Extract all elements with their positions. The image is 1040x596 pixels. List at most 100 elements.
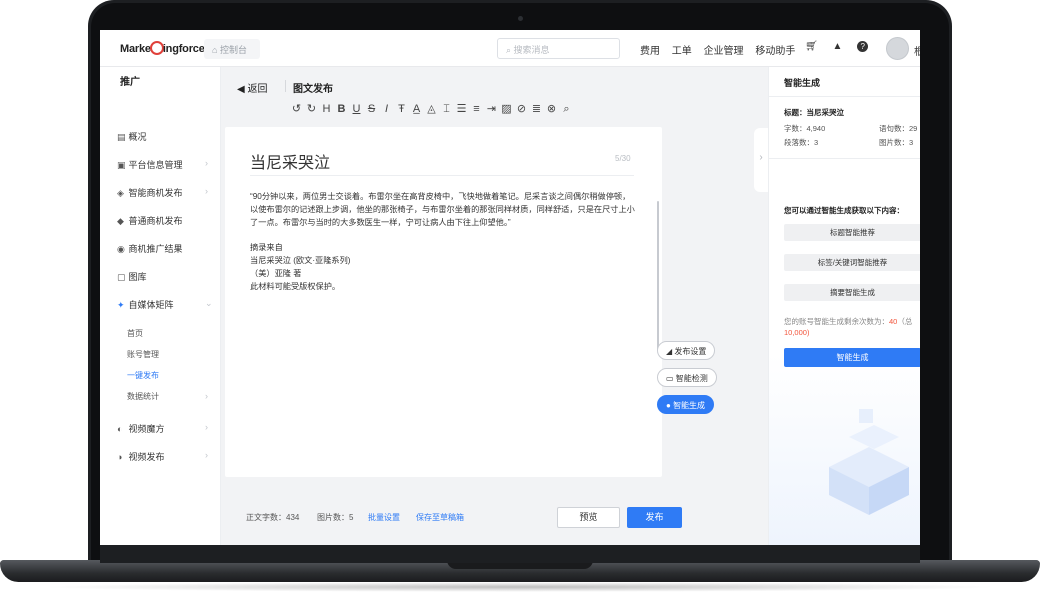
- chevron-down-icon: ⌄: [205, 298, 213, 308]
- save-draft-link[interactable]: 保存至草稿箱: [416, 512, 464, 523]
- sidebar-item-video-cube[interactable]: ◐ 视频魔方: [117, 422, 165, 435]
- undo-icon[interactable]: ↺: [289, 102, 304, 115]
- bell-icon[interactable]: ▲: [832, 41, 842, 52]
- panel-paragraph-count: 段落数：3: [784, 138, 819, 147]
- top-icons: 🛒︎ ▲ ?: [805, 41, 880, 52]
- title-recommend-button[interactable]: 标题智能推荐: [784, 224, 920, 241]
- source-line: 当尼采哭泣 (欧文·亚隆系列): [250, 255, 351, 265]
- camera-dot: [518, 16, 523, 21]
- nav-enterprise[interactable]: 企业管理: [704, 46, 744, 57]
- search-input[interactable]: ⌕ 搜索消息: [497, 38, 620, 59]
- bold-icon[interactable]: B: [334, 103, 349, 115]
- sidebar-item-gallery[interactable]: ▢ 图库: [117, 270, 147, 283]
- heading-icon[interactable]: H: [319, 103, 334, 115]
- sidebar-item-platform[interactable]: ▣ 平台信息管理: [117, 158, 183, 171]
- home-button[interactable]: ⌂ 控制台: [204, 39, 260, 59]
- panel-word-count: 字数：4,940: [784, 124, 826, 133]
- sidebar-sub-one-click[interactable]: 一键发布: [127, 370, 159, 381]
- publish-button[interactable]: 发布: [627, 507, 682, 528]
- video-publish-icon: ◑: [117, 452, 123, 462]
- indent-icon[interactable]: ⇥: [484, 102, 499, 115]
- publish-settings-button[interactable]: ◢ 发布设置: [657, 341, 716, 360]
- unlink-icon[interactable]: ⊗: [544, 102, 559, 115]
- keyword-recommend-button[interactable]: 标签/关键词智能推荐: [784, 254, 920, 271]
- summary-generate-button[interactable]: 摘要智能生成: [784, 284, 920, 301]
- back-button[interactable]: ◀ 返回: [237, 80, 267, 95]
- strikethrough-icon[interactable]: S: [364, 103, 379, 115]
- source-line: （美）亚隆 著: [250, 268, 302, 278]
- smart-check-button[interactable]: ▭ 智能检测: [657, 368, 717, 387]
- panel-title: 智能生成: [784, 78, 821, 88]
- sidebar-item-video-publish[interactable]: ◑ 视频发布: [117, 450, 165, 463]
- scrollbar[interactable]: [657, 201, 659, 351]
- user-name[interactable]: 根: [914, 43, 920, 58]
- laptop-shadow: [40, 582, 1000, 592]
- sidebar-item-results[interactable]: ◉ 商机推广结果: [117, 242, 183, 255]
- batch-settings-link[interactable]: 批量设置: [368, 512, 400, 523]
- redo-icon[interactable]: ↻: [304, 102, 319, 115]
- decorative-illustration: [829, 409, 909, 515]
- laptop-chin: [100, 545, 920, 563]
- sparkle-icon: ●: [666, 401, 674, 410]
- screen: Marke ingforce ⌂ 控制台 ⌕ 搜索消息 费用 工单 企业管理 移动…: [100, 30, 920, 545]
- panel-generate-button[interactable]: 智能生成: [784, 348, 920, 367]
- video-cube-icon: ◐: [117, 424, 123, 434]
- sidebar-sub-stats[interactable]: 数据统计: [127, 391, 159, 402]
- clear-icon[interactable]: ⊘: [514, 102, 529, 115]
- chart-icon: ▤: [117, 132, 126, 142]
- source-line: 此材料可能受版权保护。: [250, 281, 341, 291]
- panel-image-count: 图片数：3: [879, 138, 914, 147]
- document-body[interactable]: “90分钟以来，两位男士交谈着。布雷尔坐在高背皮椅中，飞快地做着笔记。尼采言谈之…: [250, 191, 638, 293]
- highlight-icon[interactable]: ◬: [424, 102, 439, 115]
- chevron-right-icon: ›: [205, 158, 208, 168]
- list-icon[interactable]: ☰: [454, 102, 469, 115]
- nav-fees[interactable]: 费用: [640, 46, 660, 57]
- format-icon[interactable]: ≣: [529, 102, 544, 115]
- matrix-icon: ✦: [117, 300, 125, 310]
- back-arrow-icon: ◀: [237, 84, 248, 95]
- panel-doc-title: 标题：当尼采哭泣: [784, 108, 844, 117]
- source-line: 摘录来自: [250, 243, 283, 253]
- nav-tickets[interactable]: 工单: [672, 46, 692, 57]
- chevron-right-icon: ›: [759, 152, 763, 163]
- underline-icon[interactable]: U: [349, 103, 364, 115]
- preview-button[interactable]: 预览: [557, 507, 620, 528]
- result-icon: ◉: [117, 244, 125, 254]
- title-divider: [250, 175, 634, 176]
- sidebar-item-overview[interactable]: ▤ 概况: [117, 130, 147, 143]
- top-nav: 费用 工单 企业管理 移动助手: [640, 42, 804, 57]
- sidebar-item-smart-publish[interactable]: ◈ 智能商机发布: [117, 186, 183, 199]
- panel-sentence-count: 语句数：29: [879, 124, 918, 133]
- search-icon: ⌕: [506, 45, 514, 55]
- font-color-icon[interactable]: A̲: [409, 103, 424, 115]
- divider-line-icon[interactable]: ⌶: [439, 103, 454, 116]
- sidebar-sub-accounts[interactable]: 账号管理: [127, 349, 159, 360]
- document-title[interactable]: 当尼采哭泣: [250, 149, 330, 173]
- title-char-count: 5/30: [615, 154, 631, 163]
- help-icon[interactable]: ?: [857, 41, 869, 52]
- search-icon[interactable]: ⌕: [559, 103, 574, 116]
- nav-mobile[interactable]: 移动助手: [755, 46, 795, 57]
- image-count: 图片数：5: [317, 513, 354, 522]
- avatar[interactable]: [886, 37, 909, 60]
- sidebar-sub-home[interactable]: 首页: [127, 328, 143, 339]
- smart-icon: ◈: [117, 188, 124, 198]
- sidebar-item-normal-publish[interactable]: ◆ 普通商机发布: [117, 214, 183, 227]
- sidebar-item-media-matrix[interactable]: ✦ 自媒体矩阵: [117, 298, 174, 311]
- monitor-icon: ▭: [666, 374, 676, 383]
- chevron-right-icon: ›: [205, 450, 208, 460]
- panel-divider: [769, 158, 920, 159]
- image-icon[interactable]: ▨: [499, 102, 514, 115]
- word-count: 正文字数：434: [246, 513, 300, 522]
- italic-icon[interactable]: I: [379, 103, 394, 115]
- body-paragraph: “90分钟以来，两位男士交谈着。布雷尔坐在高背皮椅中，飞快地做着笔记。尼采言谈之…: [250, 192, 635, 227]
- font-size-icon[interactable]: Ŧ: [394, 103, 409, 115]
- panel-collapse-tab[interactable]: ›: [754, 128, 768, 192]
- brand-logo[interactable]: Marke ingforce: [120, 41, 205, 55]
- cart-icon[interactable]: 🛒︎: [805, 41, 818, 52]
- smart-generate-button[interactable]: ● 智能生成: [657, 395, 715, 414]
- laptop-mockup: Marke ingforce ⌂ 控制台 ⌕ 搜索消息 费用 工单 企业管理 移动…: [0, 0, 1040, 596]
- chevron-right-icon: ›: [205, 391, 208, 401]
- chevron-right-icon: ›: [205, 186, 208, 196]
- align-icon[interactable]: ≡: [469, 103, 484, 115]
